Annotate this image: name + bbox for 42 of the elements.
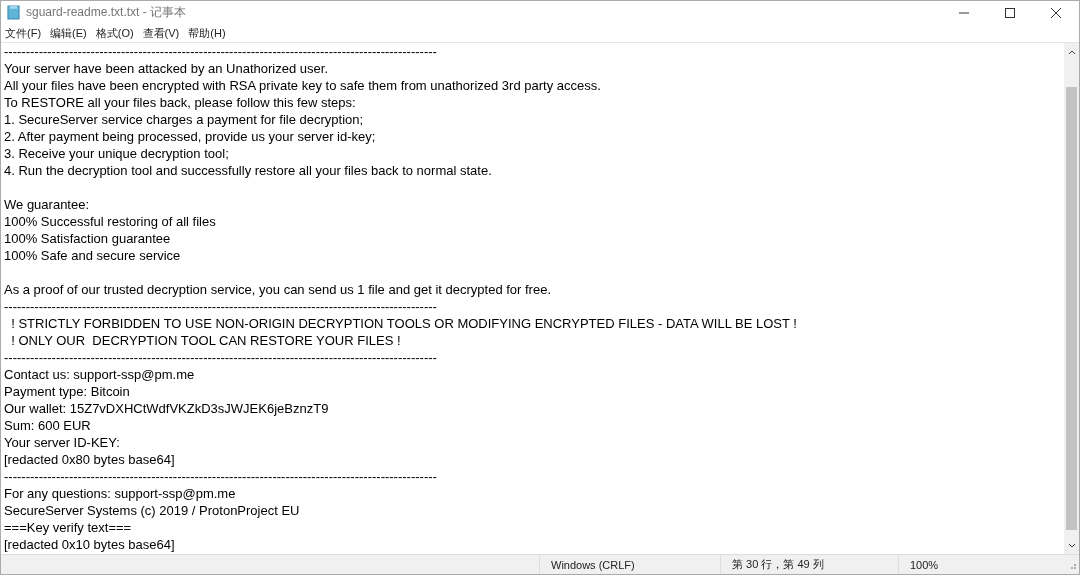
text-line: 100% Successful restoring of all files [4,213,216,230]
maximize-icon[interactable] [1005,7,1015,18]
text-line: 100% Safe and secure service [4,247,181,264]
text-line: ---------------------------------------------------------------------------------------------------- [4,468,437,485]
status-field: 100% [899,555,1067,574]
text-line: As a proof of our trusted decryption service, you can send us 1 file and get it decrypted for free. [4,281,552,298]
text-line: ===Key verify text=== [4,519,132,536]
menu-item[interactable]: 编辑(E) [50,25,87,41]
text-line: All your files have been encrypted with RSA private key to safe them from unathorized 3rd party access. [4,77,601,94]
text-line: ---------------------------------------------------------------------------------------------------- [4,298,437,315]
text-line: 1. SecureServer service charges a payment for file decryption; [4,111,364,128]
text-line: ! ONLY OUR DECRYPTION TOOL CAN RESTORE YOUR FILES ! [10,332,401,349]
text-line: ---------------------------------------------------------------------------------------------------- [4,43,437,60]
text-line: Sum: 600 EUR [4,417,91,434]
window-title: sguard-readme.txt.txt - 记事本 [26,4,187,21]
text-line: ---------------------------------------------------------------------------------------------------- [4,349,437,366]
notepad-icon [7,5,20,20]
text-line: To RESTORE all your files back, please follow this few steps: [4,94,356,111]
text-line: 100% Satisfaction guarantee [4,230,171,247]
text-line: For any questions: support-ssp@pm.me [4,485,236,502]
scrollbar[interactable] [1064,43,1079,554]
text-line: Our wallet: 15Z7vDXHCtWdfVKZkD3sJWJEK6jeBznzT9 [4,400,329,417]
text-line: [redacted 0x80 bytes base64] [4,451,175,468]
text-line: We guarantee: [4,196,90,213]
text-line: 4. Run the decryption tool and successfully restore all your files back to normal state. [4,162,492,179]
menu-item[interactable]: 查看(V) [142,25,180,41]
menu-item[interactable]: 格式(O) [95,25,134,41]
status-field: Windows (CRLF) [540,555,721,574]
menu-item[interactable]: 文件(F) [5,25,42,41]
text-line: SecureServer Systems (c) 2019 / ProtonProject EU [4,502,300,519]
close-icon[interactable] [1051,7,1061,18]
text-line: 2. After payment being processed, provide us your server id-key; [4,128,376,145]
scrollbar-thumb[interactable] [1066,87,1077,530]
text-line: Contact us: support-ssp@pm.me [4,366,195,383]
text-line: ! STRICTLY FORBIDDEN TO USE NON-ORIGIN DECRYPTION TOOLS OR MODIFYING ENCRYPTED FILES - DATA WILL BE LOST ! [10,315,797,332]
status-field: 第 30 行，第 49 列 [721,555,899,574]
text-line: Payment type: Bitcoin [4,383,130,400]
text-line: Your server have been attacked by an Unathorized user. [4,60,328,77]
menu-item[interactable]: 帮助(H) [188,25,226,41]
text-line: Your server ID-KEY: [4,434,120,451]
text-line: [redacted 0x10 bytes base64] [4,536,175,553]
text-line: 3. Receive your unique decryption tool; [4,145,229,162]
